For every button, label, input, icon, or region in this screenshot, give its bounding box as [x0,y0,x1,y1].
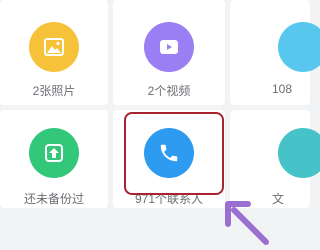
video-icon [144,22,194,72]
backup-tile[interactable]: 还未备份过 [0,110,108,208]
music-icon [278,22,320,72]
music-label: 108 [272,82,293,96]
files-label: 文 [272,192,285,206]
photos-label: 2张照片 [32,84,76,98]
pointer-arrow-icon [225,201,269,245]
videos-label: 2个视频 [147,84,191,98]
photo-icon [29,22,79,72]
files-tile[interactable]: 文 [230,110,320,208]
photos-tile[interactable]: 2张照片 [0,0,108,105]
file-icon [278,128,320,178]
backup-upload-icon [29,128,79,178]
videos-tile[interactable]: 2个视频 [113,0,225,105]
contacts-highlight-box [124,112,224,195]
music-tile[interactable]: 108 [230,0,320,105]
backup-label: 还未备份过 [23,192,84,206]
